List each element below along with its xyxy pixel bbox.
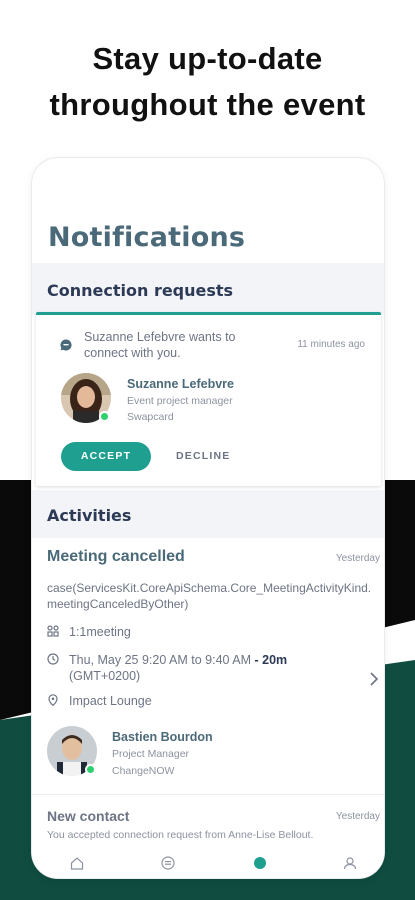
connection-request-card: Suzanne Lefebvre wants to connect with y… <box>36 312 381 486</box>
meeting-person-company: ChangeNOW <box>112 765 175 777</box>
new-contact-time: Yesterday <box>335 811 380 822</box>
phone-screen: Notifications Connection requests Suzann… <box>32 158 384 878</box>
new-contact-text: You accepted connection request from Ann… <box>47 829 314 841</box>
requester-job-title: Event project manager <box>127 395 233 407</box>
meeting-datetime: Thu, May 25 9:20 AM to 9:40 AM - 20m (GM… <box>69 652 287 684</box>
home-icon[interactable] <box>70 856 84 870</box>
meeting-datetime-main: Thu, May 25 9:20 AM to 9:40 AM <box>69 653 252 667</box>
chat-bubble-icon <box>60 339 72 351</box>
accept-button[interactable]: ACCEPT <box>61 442 151 471</box>
meeting-person-name[interactable]: Bastien Bourdon <box>112 730 213 744</box>
meeting-type: 1:1meeting <box>69 625 131 639</box>
meeting-person-title: Project Manager <box>112 748 190 760</box>
connection-requests-header: Connection requests <box>32 263 384 315</box>
page-title: Notifications <box>48 222 246 253</box>
request-time: 11 minutes ago <box>297 339 365 350</box>
notifications-icon[interactable] <box>253 856 267 870</box>
requester-name[interactable]: Suzanne Lefebvre <box>127 377 234 391</box>
meeting-activity-case-text: case(ServicesKit.CoreApiSchema.Core_Meet… <box>47 581 372 611</box>
online-status-dot <box>85 764 96 775</box>
request-message: Suzanne Lefebvre wants to connect with y… <box>84 330 236 360</box>
divider <box>32 794 384 795</box>
new-contact-title: New contact <box>47 808 130 824</box>
online-status-dot <box>99 411 110 422</box>
clock-icon <box>47 653 59 665</box>
requester-company: Swapcard <box>127 411 174 423</box>
meeting-location: Impact Lounge <box>69 694 152 708</box>
chevron-right-icon[interactable] <box>368 671 380 687</box>
activities-label: Activities <box>47 506 132 525</box>
meeting-cancelled-time: Yesterday <box>335 553 380 564</box>
headline: Stay up-to-date throughout the event <box>0 36 415 128</box>
decline-button[interactable]: DECLINE <box>176 442 231 471</box>
meeting-type-icon <box>47 625 59 637</box>
headline-line-2: throughout the event <box>49 87 366 122</box>
meeting-datetime-separator: - <box>251 653 263 667</box>
meeting-cancelled-title: Meeting cancelled <box>47 548 185 565</box>
connection-requests-label: Connection requests <box>47 281 234 300</box>
headline-line-1: Stay up-to-date <box>92 41 323 76</box>
bottom-tab-bar <box>32 850 384 878</box>
meeting-timezone: (GMT+0200) <box>69 669 141 683</box>
meeting-duration: 20m <box>262 653 288 667</box>
profile-icon[interactable] <box>343 856 357 870</box>
location-pin-icon <box>48 694 58 706</box>
chat-icon[interactable] <box>161 856 175 870</box>
activities-header: Activities <box>32 490 384 538</box>
